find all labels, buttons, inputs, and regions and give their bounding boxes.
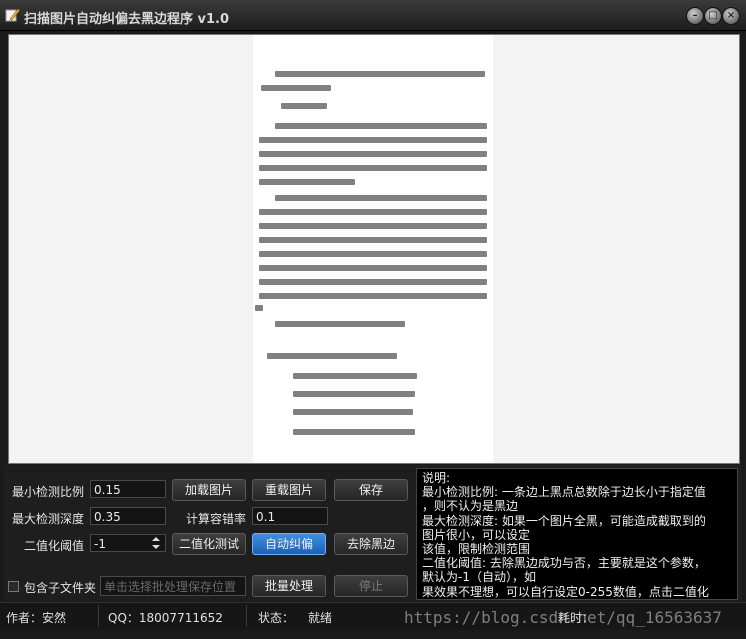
reload-image-button[interactable]: 重载图片 xyxy=(252,479,326,501)
author-text: 作者：安然 xyxy=(6,611,67,625)
watermark-text: https://blog.csdn.net/qq_16563637 xyxy=(404,608,722,627)
binarize-test-button[interactable]: 二值化测试 xyxy=(172,533,246,555)
min-ratio-label: 最小检测比例 xyxy=(12,485,85,499)
help-line: 该值，限制检测范围 xyxy=(422,542,531,557)
image-preview xyxy=(8,34,740,464)
save-button[interactable]: 保存 xyxy=(334,479,408,501)
help-text-box[interactable]: 说明: 最小检测比例: 一条边上黑点总数除于边长小于指定值 ，则不认为是黑边 最… xyxy=(416,468,738,600)
minimize-button[interactable]: – xyxy=(686,7,704,25)
window-title: 扫描图片自动纠偏去黑边程序 v1.0 xyxy=(24,12,230,27)
close-button[interactable]: × xyxy=(722,7,740,25)
max-depth-label: 最大检测深度 xyxy=(12,512,85,526)
include-subfolders-checkbox[interactable] xyxy=(8,581,19,592)
auto-deskew-button[interactable]: 自动纠偏 xyxy=(252,533,326,555)
remove-black-border-button[interactable]: 去除黑边 xyxy=(334,533,408,555)
threshold-label: 二值化阈值 xyxy=(24,539,85,553)
max-depth-input[interactable]: 0.35 xyxy=(90,507,166,525)
spinner-arrows-icon[interactable] xyxy=(151,536,161,550)
tolerance-label: 计算容错率 xyxy=(186,512,247,526)
qq-text: QQ：18007711652 xyxy=(108,611,223,625)
stop-button[interactable]: 停止 xyxy=(334,575,408,597)
help-line: 图片很小，可以设定 xyxy=(422,527,531,542)
min-ratio-input[interactable]: 0.15 xyxy=(90,480,166,498)
load-image-button[interactable]: 加载图片 xyxy=(172,479,246,501)
help-line: 最小检测比例: 一条边上黑点总数除于边长小于指定值 xyxy=(422,485,706,500)
batch-process-button[interactable]: 批量处理 xyxy=(252,575,326,597)
help-line: ，则不认为是黑边 xyxy=(422,499,519,514)
help-line: 默认为-1（自动），如 xyxy=(422,570,536,585)
status-label: 状态： xyxy=(258,611,295,625)
help-line: 说明: xyxy=(422,471,451,485)
help-line: 二值化阈值: 去除黑边成功与否，主要就是这个参数， xyxy=(422,556,706,571)
scanned-document-image xyxy=(253,35,493,463)
maximize-button[interactable]: □ xyxy=(704,7,722,25)
help-line: 果效果不理想，可以自行设定0-255数值，点击二值化 xyxy=(422,584,709,599)
tolerance-input[interactable]: 0.1 xyxy=(252,507,328,525)
help-line: 最大检测深度: 如果一个图片全黑，可能造成截取到的 xyxy=(422,513,706,528)
status-value: 就绪 xyxy=(308,611,333,625)
title-bar[interactable]: 扫描图片自动纠偏去黑边程序 v1.0 – □ × xyxy=(0,0,746,31)
include-subfolders-label: 包含子文件夹 xyxy=(24,581,97,595)
app-pencil-icon xyxy=(5,8,20,22)
batch-save-path-input[interactable]: 单击选择批处理保存位置 xyxy=(100,576,246,596)
